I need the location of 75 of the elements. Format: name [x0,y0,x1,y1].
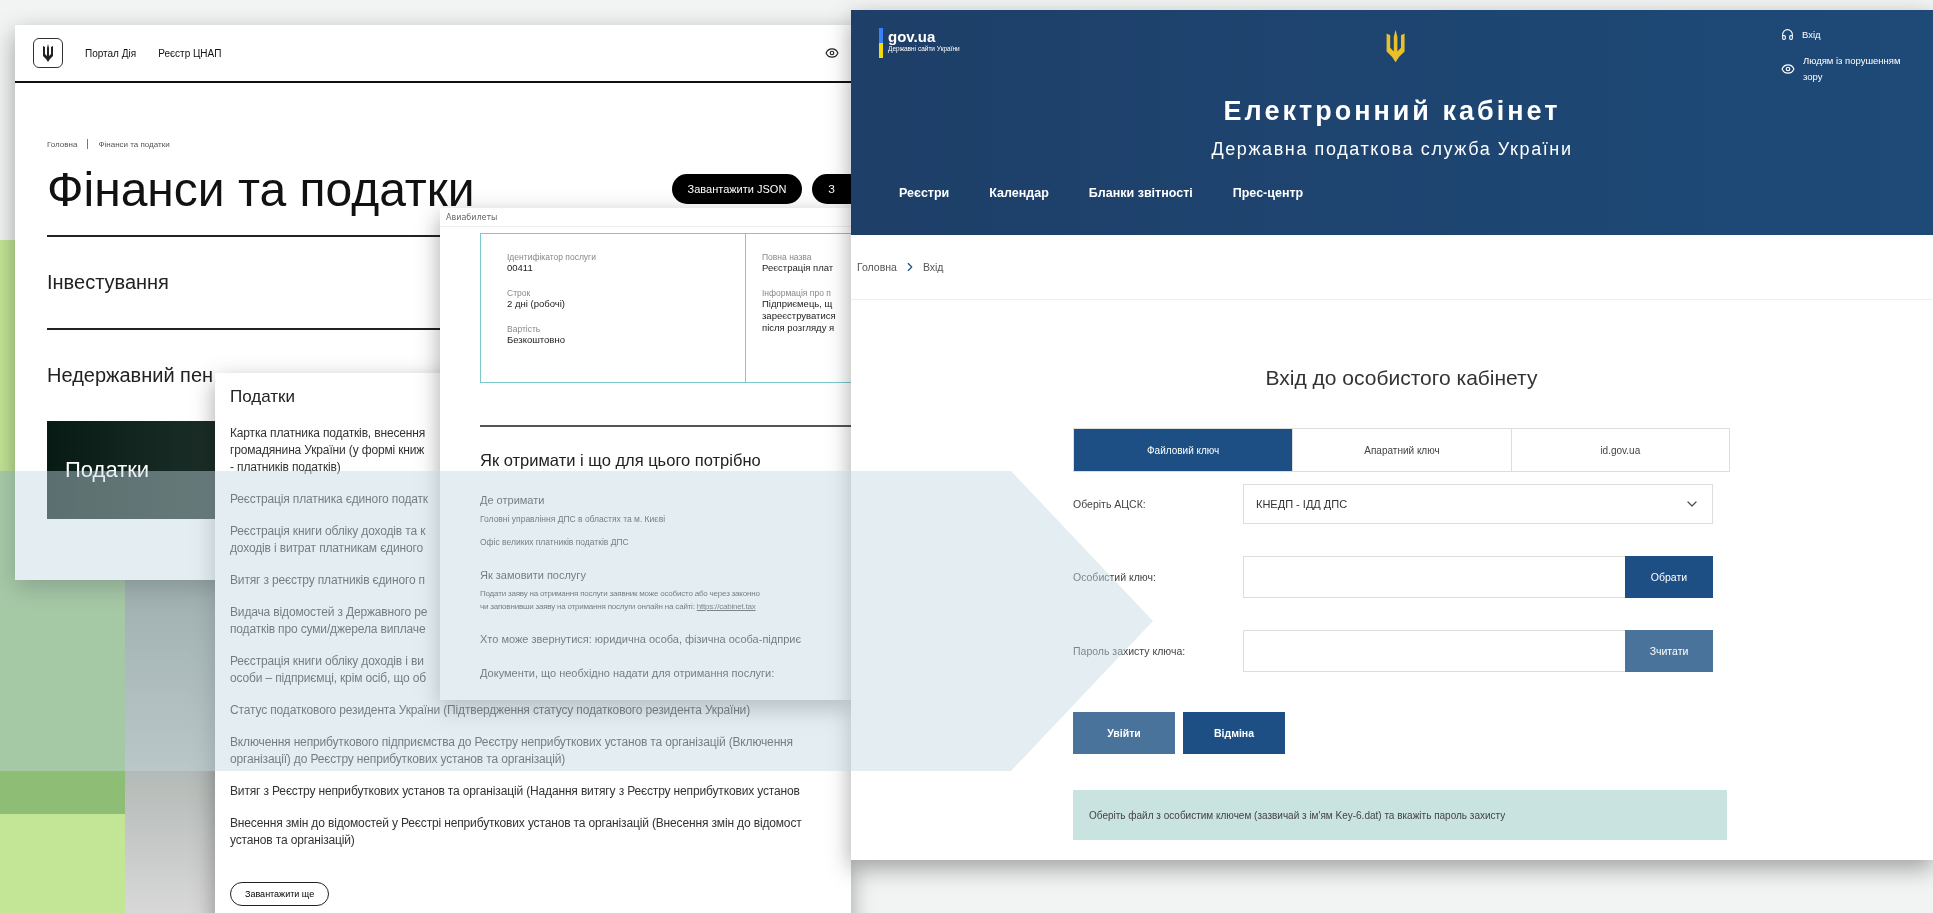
service-link-line[interactable]: доходів і витрат платникам єдиного [230,540,423,557]
field-button[interactable]: Обрати [1625,556,1713,598]
detail-value: 00411 [507,262,534,274]
input-field[interactable] [1243,556,1625,598]
detail-value: Реєстрація плат [762,262,835,274]
detail-label: Повна назва [762,252,813,262]
service-link-line[interactable]: Статус податкового резидента України (Підтвердження статусу податкового резидента України) [230,702,751,719]
ca-select[interactable]: КНЕДП - ІДД ДПС [1243,484,1713,524]
service-link-line[interactable]: особи – підприємці, крім осіб, що об [230,670,426,687]
list-title: Податки [230,387,297,407]
service-link-line[interactable]: Картка платника податків, внесення [230,425,426,442]
key-tab[interactable]: Файловий ключ [1074,429,1293,471]
login-link[interactable]: Вхід [1781,28,1913,41]
breadcrumb-current: Фінанси та податки [98,139,170,149]
applicants-text: Хто може звернутися: юридична особа, фізична особа-підприє [480,633,803,645]
hint-banner: Оберіть файл з особистим ключем (зазвичай з ім'ям Key-6.dat) та вкажіть пароль захисту [1073,790,1727,840]
section-heading[interactable]: Інвестування [47,271,169,294]
service-link-line[interactable]: Внесення змін до відомостей у Реєстрі неприбуткових установ та організацій (Внесення змін до відомост [230,815,802,832]
trident-icon [41,43,55,63]
service-link-line[interactable]: Витяг з реєстру платників єдиного п [230,572,425,589]
emblem-logo[interactable] [33,38,63,68]
service-link-line[interactable]: Реєстрація платника єдиного податк [230,491,428,508]
service-link-line[interactable]: установ та організацій) [230,832,355,849]
action-button[interactable]: Відміна [1183,712,1285,754]
detail-value: після розгляду я [762,322,836,334]
nav-link[interactable]: Реєстр ЦНАП [158,47,222,59]
nav-link[interactable]: Прес-центр [1232,186,1304,200]
eye-icon [1781,62,1795,76]
nav-link[interactable]: Календар [989,186,1049,200]
download-button[interactable]: Завантажити JSON [671,174,803,204]
field-label: Особистий ключ: [1073,571,1157,583]
detail-label: Ідентифікатор послуги [507,252,597,262]
office-text: Офіс великих платників податків ДПС [480,537,630,547]
field-label: Оберіть АЦСК: [1073,498,1147,510]
service-link-line[interactable]: Реєстрація книги обліку доходів і ви [230,653,424,670]
flag-icon [879,28,883,58]
detail-value: 2 дні (робочі) [507,298,566,310]
service-link-line[interactable]: Реєстрація книги обліку доходів та к [230,523,426,540]
field-label: Пароль захисту ключа: [1073,645,1187,657]
detail-value: Безкоштовно [507,334,566,346]
logo-name[interactable]: gov.ua [888,28,960,45]
subheading: Як замовити послугу [480,569,587,581]
load-more-button[interactable]: Завантажити ще [230,882,330,906]
service-link-line[interactable]: Включення неприбуткового підприємства до Реєстру неприбуткових установ та організацій (Включення [230,734,793,751]
breadcrumb-link[interactable]: Вхід [922,261,944,273]
site-subtitle: Державна податкова служба України [1210,139,1574,160]
headset-icon [1781,28,1794,41]
detail-label: Інформація про п [762,288,832,298]
service-link-line[interactable]: податків про суми/джерела виплаче [230,621,426,638]
site-title: Електронний кабінет [1222,96,1562,127]
category-tile[interactable]: Податки [47,421,215,519]
eye-icon[interactable] [825,46,839,60]
breadcrumb-link[interactable]: Головна [857,261,897,273]
download-button[interactable]: З [812,174,851,204]
nav-link[interactable]: Реєстри [899,186,950,200]
service-link-line[interactable]: Витяг з Реєстру неприбуткових установ та організацій (Надання витягу з Реєстру неприбуткових установ [230,783,800,800]
documents-heading: Документи, що необхідно надати для отримання послуги: [480,667,776,679]
accessibility-link[interactable]: Людям із порушенням зору [1781,53,1913,85]
detail-label: Вартість [507,324,542,334]
section-heading[interactable]: Недержавний пен [47,364,214,387]
service-link-line[interactable]: організації) до Реєстру неприбуткових установ та організацій) [230,751,566,768]
detail-label: Строк [507,288,532,298]
service-link-line[interactable]: громадянина України (у формі книж [230,442,425,459]
section-heading: Як отримати і що для цього потрібно [480,451,762,470]
service-link-line[interactable]: - платників податків) [230,459,341,476]
nav-link[interactable]: Портал Дія [85,47,137,59]
office-text: Головні управління ДПС в областях та м. Києві [480,514,667,524]
detail-value: зареєструватися [762,310,837,322]
subheading: Де отримати [480,494,546,506]
detail-value: Підприємець, щ [762,298,834,310]
input-field[interactable] [1243,630,1625,672]
form-title: Вхід до особистого кабінету [1264,366,1539,390]
breadcrumb-link[interactable]: Головна [47,139,78,149]
nav-link[interactable]: Бланки звітності [1088,186,1193,200]
service-link-line[interactable]: Видача відомостей з Державного ре [230,604,428,621]
